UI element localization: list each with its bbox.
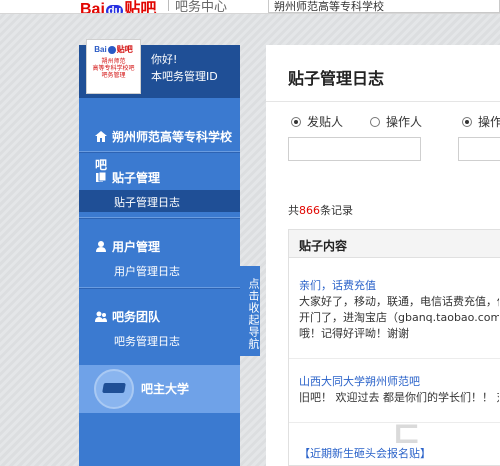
profile-panel: Bai 贴吧 朔州师范 高等专科学校吧 吧务管理 你好! 本吧务管理ID [79,39,240,98]
avatar-brand: Bai 贴吧 [94,45,133,54]
record-count: 共866条记录 [288,204,353,217]
graduation-cap-icon [94,369,134,409]
avatar-caption: 朔州师范 高等专科学校吧 吧务管理 [92,58,135,79]
radio-dot [462,117,472,127]
section-title: 吧务中心 [175,0,228,14]
nav-item-team-log[interactable]: 吧务管理日志 [114,333,180,349]
user-role: 本吧务管理ID [151,70,218,83]
nav-group-posts[interactable]: 贴子管理 [95,169,160,186]
row-divider [289,358,500,359]
radio-operation[interactable]: 操作 [462,113,500,130]
divider [79,287,240,289]
home-icon [95,131,107,142]
collapse-nav-tab[interactable]: 点击收起导航 [240,266,260,356]
nav-group-team[interactable]: 吧务团队 [95,308,160,325]
nav-item-user-log[interactable]: 用户管理日志 [114,263,180,279]
sidebar: Bai 贴吧 朔州师范 高等专科学校吧 吧务管理 你好! 本吧务管理ID 朔州师范… [79,39,240,466]
greeting: 你好! [151,53,178,66]
page-title: 贴子管理日志 [288,69,385,88]
forum-search-input[interactable]: 朔州师范高等专科学校 [268,0,500,13]
table-row: 亲们，话费充值 大家好了，移动，联通，电信话费充值，你 开门了，进淘宝店（gba… [299,278,499,340]
post-title-link[interactable]: 亲们，话费充值 [299,278,499,294]
baidu-tieba-logo[interactable]: Bai du 贴吧 [80,0,156,13]
team-icon [95,311,107,322]
radio-dot [291,117,301,127]
main-panel: 贴子管理日志 发贴人 操作人 操作 共866条记录 贴子内容 亲们，话费充值 大… [266,45,500,466]
operation-input[interactable] [458,137,500,161]
title-divider [266,101,500,102]
user-icon [96,241,106,252]
divider [79,151,240,153]
poster-input[interactable] [288,137,421,161]
radio-operator[interactable]: 操作人 [370,113,422,130]
top-header: Bai du 贴吧 吧务中心 朔州师范高等专科学校 [0,0,500,14]
table-row: 山西大同大学朔州师范吧 旧吧！ 欢迎过去 都是你们的学长们！！ 对 [299,374,499,404]
table-header: 贴子内容 [289,230,500,258]
avatar[interactable]: Bai 贴吧 朔州师范 高等专科学校吧 吧务管理 [86,39,141,94]
radio-poster[interactable]: 发贴人 [291,113,343,130]
nav-group-users[interactable]: 用户管理 [95,238,160,255]
post-title-link[interactable]: 山西大同大学朔州师范吧 [299,374,499,390]
header-divider [168,0,169,11]
document-icon [96,172,107,182]
college-label: 吧主大学 [141,382,190,396]
watermark: ㄷ [390,415,426,456]
nav-item-college[interactable]: 吧主大学 [79,365,240,413]
paw-icon [107,45,116,54]
nav-item-post-log[interactable]: 贴子管理日志 [79,190,240,212]
divider [79,217,240,219]
radio-dot [370,117,380,127]
